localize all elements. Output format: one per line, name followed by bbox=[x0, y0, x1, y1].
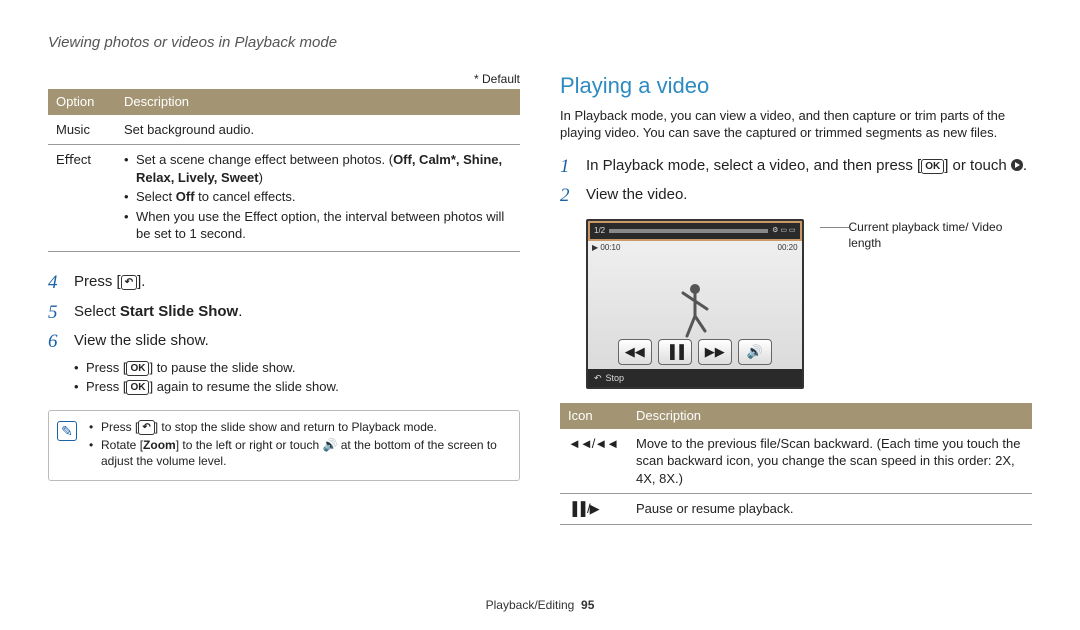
text: Select bbox=[74, 303, 120, 320]
note-box: ✎ Press [↶] to stop the slide show and r… bbox=[48, 410, 520, 481]
icon-prev-scan-desc: Move to the previous file/Scan backward.… bbox=[628, 429, 1032, 494]
page-footer: Playback/Editing 95 bbox=[0, 598, 1080, 612]
text: to cancel effects. bbox=[195, 189, 296, 204]
step-text: View the slide show. bbox=[74, 329, 209, 355]
footer-section: Playback/Editing bbox=[486, 598, 575, 612]
option-effect-desc: Set a scene change effect between photos… bbox=[116, 145, 520, 252]
text: When you use the Effect option, the inte… bbox=[124, 208, 512, 243]
time-total: 00:20 bbox=[778, 243, 798, 254]
icon-pause-play-desc: Pause or resume playback. bbox=[628, 494, 1032, 525]
video-bottombar: ↶ Stop bbox=[588, 369, 802, 387]
text: Set a scene change effect between photos… bbox=[136, 152, 393, 167]
step-text: View the video. bbox=[586, 183, 687, 209]
counter: 1/2 bbox=[594, 226, 605, 237]
table-row: ◄◄/◄◄ Move to the previous file/Scan bac… bbox=[560, 429, 1032, 494]
note-icon: ✎ bbox=[57, 421, 77, 441]
text: Rotate [ bbox=[101, 438, 143, 452]
back-icon: ↶ bbox=[138, 420, 154, 435]
video-timebar: ▶ 00:10 00:20 bbox=[592, 243, 798, 254]
pause-button[interactable]: ▐▐ bbox=[658, 339, 692, 365]
volume-button[interactable]: 🔊 bbox=[738, 339, 772, 365]
text: ] to pause the slide show. bbox=[149, 360, 295, 375]
video-topbar: 1/2 ⚙ ▭ ▭ bbox=[588, 221, 802, 241]
text-bold: Off bbox=[176, 189, 195, 204]
step-2: 2 View the video. bbox=[560, 183, 1032, 209]
table-row: Music Set background audio. bbox=[48, 115, 520, 145]
text: ] or touch bbox=[944, 157, 1011, 174]
text: Press [ bbox=[74, 273, 121, 290]
progress-slider bbox=[609, 229, 768, 233]
options-col-description: Description bbox=[116, 89, 520, 115]
video-screen: 1/2 ⚙ ▭ ▭ ▶ 00:10 00:20 ◀◀ ▐▐ ▶▶ bbox=[586, 219, 804, 389]
note-line: Rotate [Zoom] to the left or right or to… bbox=[89, 437, 509, 469]
back-icon: ↶ bbox=[594, 372, 602, 384]
text: Select bbox=[136, 189, 176, 204]
step-number: 6 bbox=[48, 329, 64, 355]
option-music: Music bbox=[48, 115, 116, 145]
substep: Press [OK] again to resume the slide sho… bbox=[74, 378, 520, 396]
options-col-option: Option bbox=[48, 89, 116, 115]
table-row: Eﬀect Set a scene change effect between … bbox=[48, 145, 520, 252]
icon-pause-play: ▐▐ /▶ bbox=[560, 494, 628, 525]
text: ] to stop the slide show and return to P… bbox=[155, 420, 437, 434]
step-6: 6 View the slide show. bbox=[48, 329, 520, 355]
text: ) bbox=[259, 170, 263, 185]
text: . bbox=[238, 303, 242, 320]
speaker-icon: 🔊 bbox=[322, 438, 337, 452]
callout-line bbox=[820, 227, 849, 228]
substep: Press [OK] to pause the slide show. bbox=[74, 359, 520, 377]
video-controls: ◀◀ ▐▐ ▶▶ 🔊 bbox=[618, 339, 772, 365]
video-thumbnail bbox=[675, 281, 715, 341]
forward-button[interactable]: ▶▶ bbox=[698, 339, 732, 365]
section-title: Playing a video bbox=[560, 71, 1032, 101]
option-music-desc: Set background audio. bbox=[116, 115, 520, 145]
default-note: * Default bbox=[48, 71, 520, 87]
footer-page: 95 bbox=[581, 598, 594, 612]
text: Press [ bbox=[101, 420, 138, 434]
stop-label: Stop bbox=[606, 372, 625, 384]
video-diagram: 1/2 ⚙ ▭ ▭ ▶ 00:10 00:20 ◀◀ ▐▐ ▶▶ bbox=[586, 219, 1032, 389]
text: In Playback mode, select a video, and th… bbox=[586, 157, 921, 174]
section-intro: In Playback mode, you can view a video, … bbox=[560, 107, 1032, 142]
back-icon: ↶ bbox=[121, 275, 137, 290]
note-line: Press [↶] to stop the slide show and ret… bbox=[89, 419, 509, 435]
ok-icon: OK bbox=[126, 361, 149, 376]
time-current: ▶ 00:10 bbox=[592, 243, 620, 254]
text: . bbox=[1023, 157, 1027, 174]
step-1: 1 In Playback mode, select a video, and … bbox=[560, 154, 1032, 180]
right-column: Playing a video In Playback mode, you ca… bbox=[560, 71, 1032, 525]
page-header: Viewing photos or videos in Playback mod… bbox=[48, 34, 1032, 51]
text: ] again to resume the slide show. bbox=[149, 379, 338, 394]
text: Press [ bbox=[86, 379, 126, 394]
text: ] to the left or right or touch bbox=[176, 438, 323, 452]
ok-icon: OK bbox=[921, 159, 944, 174]
options-table: Option Description Music Set background … bbox=[48, 89, 520, 252]
icon-table: Icon Description ◄◄/◄◄ Move to the previ… bbox=[560, 403, 1032, 525]
step-5: 5 Select Start Slide Show. bbox=[48, 300, 520, 326]
text: Press [ bbox=[86, 360, 126, 375]
step-number: 5 bbox=[48, 300, 64, 326]
text-bold: Zoom bbox=[143, 438, 176, 452]
text: ]. bbox=[137, 273, 145, 290]
step-number: 2 bbox=[560, 183, 576, 209]
icon-prev-scan: ◄◄/◄◄ bbox=[560, 429, 628, 494]
rewind-button[interactable]: ◀◀ bbox=[618, 339, 652, 365]
step-number: 4 bbox=[48, 270, 64, 296]
step-4: 4 Press [↶]. bbox=[48, 270, 520, 296]
option-effect: Eﬀect bbox=[48, 145, 116, 252]
table-row: ▐▐ /▶ Pause or resume playback. bbox=[560, 494, 1032, 525]
left-column: * Default Option Description Music Set b… bbox=[48, 71, 520, 525]
text-bold: Start Slide Show bbox=[120, 303, 238, 320]
icon-col-description: Description bbox=[628, 403, 1032, 429]
icon-col-icon: Icon bbox=[560, 403, 628, 429]
ok-icon: OK bbox=[126, 380, 149, 395]
play-icon bbox=[1011, 159, 1023, 171]
step-number: 1 bbox=[560, 154, 576, 180]
callout-text: Current playback time/ Video length bbox=[849, 219, 1032, 251]
